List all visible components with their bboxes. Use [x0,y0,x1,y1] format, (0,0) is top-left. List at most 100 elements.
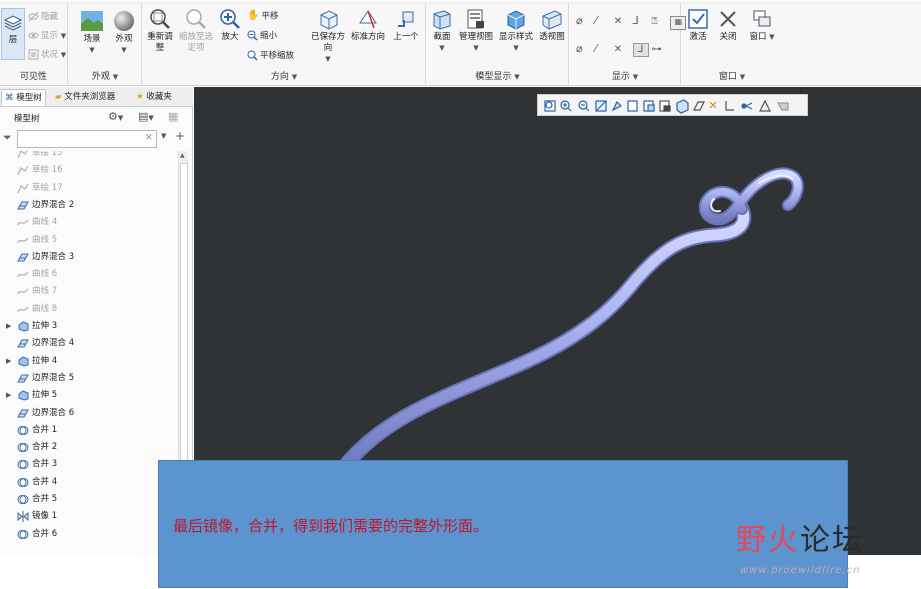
group-visibility: 层 隐藏 显示 ▼ 状况 ▼ 可见性 [0,4,68,84]
saved-orientation-icon [320,10,338,30]
perspective-icon [542,10,562,30]
tab-model-tree[interactable]: ⌘ 模型树 [1,89,46,106]
tree-title: 模型树 [14,114,40,124]
group-label-model-display: 模型显示 ▼ [475,72,520,82]
windows-button[interactable]: 窗口 ▼ [746,8,778,43]
tree-item[interactable]: 合并 2 [0,439,178,456]
appearance-button[interactable]: 外观 ▼ [109,10,139,56]
tab-favorites[interactable]: ★ 收藏夹 [133,89,175,106]
show-menu-icon[interactable]: ▤▼ [138,110,154,123]
layer-button[interactable]: 层 [1,8,25,60]
tree-item[interactable]: 合并 4 [0,474,178,491]
tree-item-label: 拉伸 5 [32,390,58,401]
axis-display-icon[interactable]: ⁄ [595,14,611,27]
search-input[interactable]: × [17,130,157,148]
zoom-out-button[interactable]: 缩小 [247,28,277,44]
expand-arrow-icon[interactable]: ▶ [6,353,11,370]
close-icon [720,11,736,27]
tree-item[interactable]: 草绘 17 [0,180,178,197]
tree-item-label: 边界混合 6 [32,407,75,418]
tree-item[interactable]: 边界混合 2 [0,197,178,214]
close-window-button[interactable]: 关闭 [714,8,742,43]
tree-item-label: 合并 5 [32,494,58,504]
tree-item[interactable]: ▶ 拉伸 5 [0,387,178,404]
ribbon: 层 隐藏 显示 ▼ 状况 ▼ 可见性 场景 ▼ 外观 ▼ 外观 ▼ 重新调整 缩… [0,0,921,86]
add-filter-icon[interactable]: + [175,129,185,143]
perspective-button[interactable]: 透视图 [537,8,567,43]
tree-item[interactable]: 曲线 7 [0,283,178,300]
zoom-selected-icon [186,9,206,29]
pan-zoom-icon [247,50,258,61]
scroll-up-arrow[interactable]: ▲ [180,152,185,159]
tree-item[interactable]: 曲线 5 [0,232,178,249]
datum-display-row-1: ⌀ ⁄ ✕ ⅃ ⍰ ▦ [576,14,687,30]
pan-zoom-button[interactable]: 平移缩放 [247,48,294,64]
tree-item[interactable]: 边界混合 3 [0,249,178,266]
standard-orientation-button[interactable]: 标准方向 [349,8,387,43]
hide-icon [28,11,39,22]
tree-item[interactable]: 曲线 6 [0,266,178,283]
tree-item-label: 合并 2 [32,442,58,453]
hide-button[interactable]: 隐藏 [28,9,58,25]
point-tag-icon[interactable]: ✕ [614,44,630,55]
tree-item[interactable]: 合并 5 [0,491,178,508]
zoom-to-selected-button[interactable]: 缩放至选定项 [177,8,215,54]
status-button[interactable]: 状况 ▼ [28,47,66,63]
tree-item[interactable]: 曲线 8 [0,301,178,318]
tree-columns-icon[interactable]: ▦ [168,110,178,123]
pan-button[interactable]: ✋ 平移 [247,8,278,24]
expand-arrow-icon[interactable]: ▶ [6,318,11,335]
tab-folder-browser[interactable]: ▰ 文件夹浏览器 [52,89,118,106]
manage-views-button[interactable]: 管理视图 ▼ [457,8,495,54]
refit-button[interactable]: 重新调整 [145,8,175,54]
plane-tag-icon[interactable]: ⌀ [576,42,592,55]
tree-item[interactable]: 草绘 15 [0,151,178,162]
model-tree-icon: ⌘ [5,93,14,103]
tree-item-label: 拉伸 4 [32,355,58,366]
tree-item[interactable]: 镜像 1 [0,508,178,525]
tree-item[interactable]: 合并 1 [0,422,178,439]
watermark-url: www.proewildfire.cn [740,565,861,576]
display-style-button[interactable]: 显示样式 ▼ [497,8,535,54]
datum-display-row-2: ⌀ ⁄ ✕ ⅃ ⊶ [576,42,668,57]
spin-center-icon[interactable]: ⊶ [652,44,668,55]
model-surface [336,167,804,475]
previous-orientation-button[interactable]: 上一个 [389,8,423,43]
annotation-display-icon[interactable]: ⍰ [652,16,668,27]
show-button[interactable]: 显示 ▼ [28,28,66,44]
group-model-display: 截面 ▼ 管理视图 ▼ 显示样式 ▼ 透视图 模型显示 ▼ [427,4,569,84]
zoom-in-button[interactable]: 放大 [217,8,243,43]
scenes-button[interactable]: 场景 ▼ [77,10,107,56]
group-label-window: 窗口 ▼ [718,72,746,82]
tree-item[interactable]: 边界混合 4 [0,335,178,352]
tree-item-label: 拉伸 3 [32,321,58,331]
section-button[interactable]: 截面 ▼ [429,8,455,54]
filter-icon[interactable]: ⏷ [3,131,12,145]
tree-item[interactable]: 合并 3 [0,456,178,473]
plane-display-icon[interactable]: ⌀ [576,14,592,27]
tree-item[interactable]: 草绘 16 [0,162,178,179]
axis-tag-icon[interactable]: ⁄ [595,42,611,55]
csys-display-icon[interactable]: ⅃ [633,14,649,27]
windows-icon [753,10,771,27]
tree-settings-icon[interactable]: ⚙▼ [108,110,123,123]
status-icon [28,49,39,60]
clear-search-icon[interactable]: × [145,132,153,143]
tree-item[interactable]: 边界混合 5 [0,370,178,387]
tree-item[interactable]: ▶ 拉伸 4 [0,353,178,370]
filter-dropdown-icon[interactable]: ▼ [161,132,166,140]
point-display-icon[interactable]: ✕ [614,16,630,27]
refit-icon [150,9,170,29]
activate-button[interactable]: 激活 [684,8,712,43]
display-style-icon [507,10,525,30]
expand-arrow-icon[interactable]: ▶ [6,387,11,404]
csys-tag-icon[interactable]: ⅃ [632,43,649,57]
saved-orientations-button[interactable]: 已保存方向 ▼ [308,8,348,65]
tree-item[interactable]: 合并 6 [0,526,178,543]
show-icon [28,32,39,39]
tree-item[interactable]: ▶ 拉伸 3 [0,318,178,335]
tree-item[interactable]: 曲线 4 [0,214,178,231]
tree-item-label: 草绘 16 [32,165,63,176]
scene-icon [81,11,103,31]
tree-item[interactable]: 边界混合 6 [0,405,178,422]
